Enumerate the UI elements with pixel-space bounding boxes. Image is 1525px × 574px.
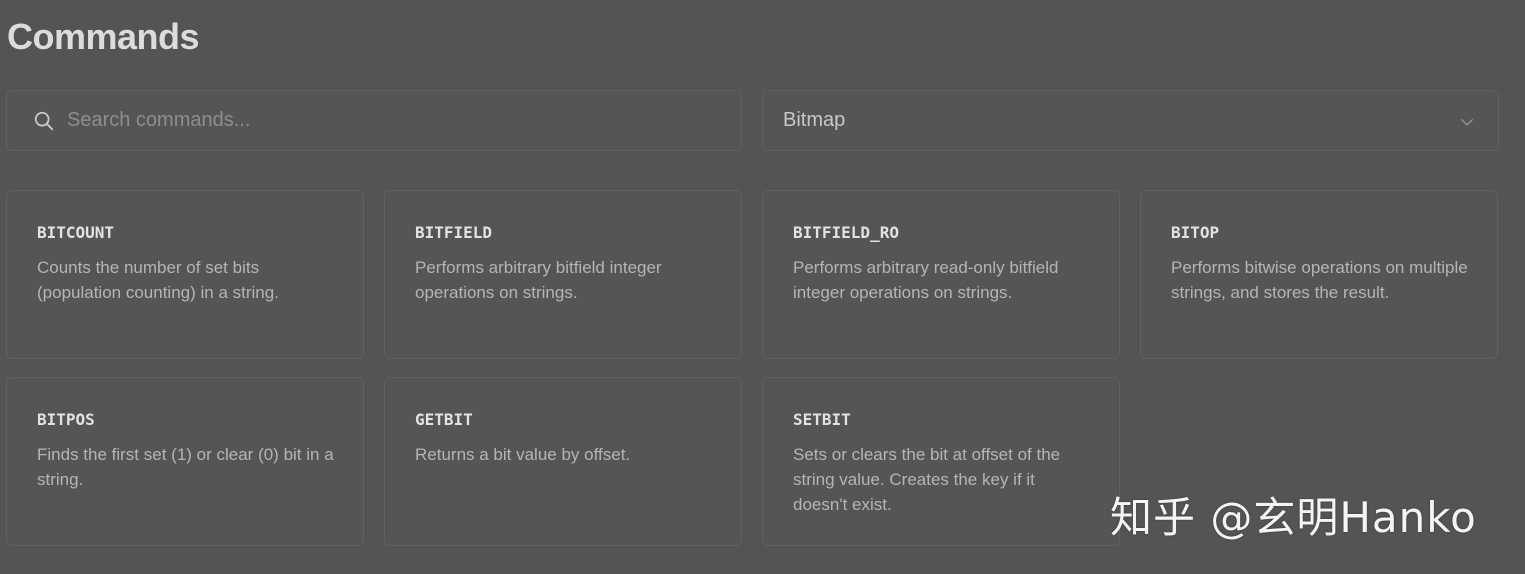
command-card-bitfield[interactable]: BITFIELD Performs arbitrary bitfield int… [384, 190, 742, 359]
command-card-bitpos[interactable]: BITPOS Finds the first set (1) or clear … [6, 377, 364, 546]
command-name: BITPOS [37, 410, 95, 429]
command-description: Counts the number of set bits (populatio… [37, 258, 279, 302]
page-title: Commands [7, 16, 200, 57]
command-name: BITOP [1171, 223, 1220, 242]
command-description: Returns a bit value by offset. [415, 445, 631, 464]
command-card-bitop[interactable]: BITOP Performs bitwise operations on mul… [1140, 190, 1498, 359]
command-name: GETBIT [415, 410, 473, 429]
command-card-bitfield-ro[interactable]: BITFIELD_RO Performs arbitrary read-only… [762, 190, 1120, 359]
command-name: BITFIELD [415, 223, 493, 242]
command-description: Performs arbitrary read-only bitfield in… [793, 258, 1059, 302]
command-name: BITCOUNT [37, 223, 115, 242]
command-card-bitcount[interactable]: BITCOUNT Counts the number of set bits (… [6, 190, 364, 359]
chevron-down-icon [1461, 119, 1473, 126]
command-name: SETBIT [793, 410, 851, 429]
command-card-setbit[interactable]: SETBIT Sets or clears the bit at offset … [762, 377, 1120, 546]
commands-page: Commands Bitmap BITCOUNT Counts the numb… [0, 0, 1525, 574]
command-description: Finds the first set (1) or clear (0) bit… [37, 445, 334, 489]
search-icon [34, 111, 54, 131]
command-description: Performs arbitrary bitfield integer oper… [415, 258, 662, 302]
command-description: Performs bitwise operations on multiple … [1171, 258, 1468, 302]
category-select[interactable]: Bitmap [762, 90, 1499, 151]
category-select-value: Bitmap [783, 109, 846, 131]
command-description: Sets or clears the bit at offset of the … [793, 445, 1061, 514]
search-box[interactable] [6, 90, 742, 151]
watermark: 知乎 @玄明Hanko [1110, 493, 1477, 542]
search-input[interactable] [67, 91, 727, 150]
command-name: BITFIELD_RO [793, 223, 899, 242]
command-card-getbit[interactable]: GETBIT Returns a bit value by offset. [384, 377, 742, 546]
